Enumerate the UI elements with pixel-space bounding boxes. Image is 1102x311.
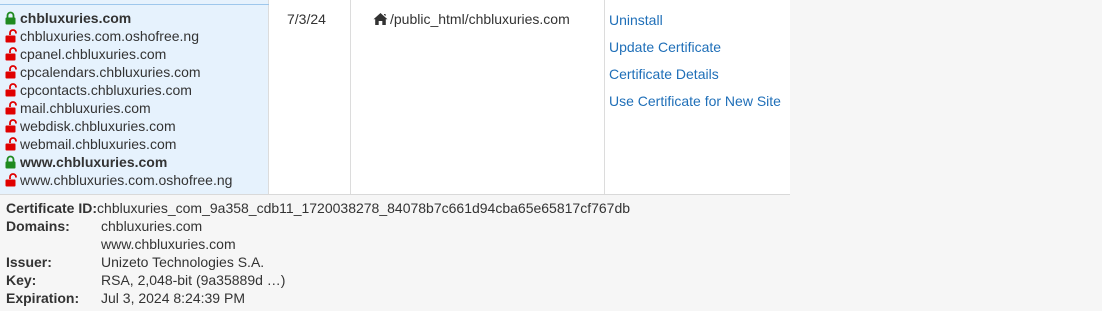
domain-item: cpcontacts.chbluxuries.com (4, 81, 232, 99)
expiration-label: Expiration: (6, 290, 80, 306)
domain-item: webdisk.chbluxuries.com (4, 117, 232, 135)
issuer-value: Unizeto Technologies S.A. (101, 254, 265, 270)
expiration-row: Expiration: Jul 3, 2024 8:24:39 PM (6, 289, 630, 307)
domains-value-1: chbluxuries.com (101, 218, 203, 234)
lock-open-icon (4, 137, 17, 151)
certificate-details-link[interactable]: Certificate Details (609, 65, 781, 92)
lock-closed-icon (4, 155, 17, 169)
domain-item: www.chbluxuries.com (4, 153, 232, 171)
domain-name: www.chbluxuries.com.oshofree.ng (20, 172, 233, 188)
domains-value-2: www.chbluxuries.com (101, 236, 236, 252)
expiration-value: Jul 3, 2024 8:24:39 PM (101, 290, 245, 306)
lock-open-icon (4, 47, 17, 61)
issuer-row: Issuer: Unizeto Technologies S.A. (6, 253, 630, 271)
document-root-path: /public_html/chbluxuries.com (390, 11, 570, 27)
domain-name: chbluxuries.com.oshofree.ng (20, 28, 199, 44)
domain-name: webdisk.chbluxuries.com (20, 118, 176, 134)
certificate-details: Certificate ID: chbluxuries_com_9a358_cd… (6, 199, 630, 307)
certificates-table: chbluxuries.com chbluxuries.com.oshofree.… (0, 0, 790, 195)
domain-list: chbluxuries.com chbluxuries.com.oshofree.… (4, 9, 232, 189)
key-row: Key: RSA, 2,048-bit (9a35889d …) (6, 271, 630, 289)
lock-open-icon (4, 83, 17, 97)
domain-item: mail.chbluxuries.com (4, 99, 232, 117)
actions-cell: Uninstall Update Certificate Certificate D… (605, 0, 790, 194)
uninstall-link[interactable]: Uninstall (609, 11, 781, 38)
domain-name: www.chbluxuries.com (20, 154, 168, 170)
lock-open-icon (4, 29, 17, 43)
key-value: RSA, 2,048-bit (9a35889d …) (101, 272, 286, 288)
home-icon (373, 12, 388, 26)
domains-row-2: www.chbluxuries.com (6, 235, 630, 253)
cell-top-border (0, 0, 269, 5)
domain-name: webmail.chbluxuries.com (20, 136, 177, 152)
installed-date: 7/3/24 (287, 11, 326, 27)
path-cell: /public_html/chbluxuries.com (351, 0, 605, 194)
lock-open-icon (4, 119, 17, 133)
domain-item: webmail.chbluxuries.com (4, 135, 232, 153)
domain-item: cpanel.chbluxuries.com (4, 45, 232, 63)
update-certificate-link[interactable]: Update Certificate (609, 38, 781, 65)
row-divider (0, 194, 790, 195)
domain-item: chbluxuries.com (4, 9, 232, 27)
domains-cell: chbluxuries.com chbluxuries.com.oshofree.… (0, 0, 269, 194)
domain-name: mail.chbluxuries.com (20, 100, 151, 116)
lock-closed-icon (4, 11, 17, 25)
key-label: Key: (6, 272, 37, 288)
domain-name: cpcontacts.chbluxuries.com (20, 82, 192, 98)
date-cell: 7/3/24 (269, 0, 351, 194)
domain-name: chbluxuries.com (20, 10, 132, 26)
domain-item: chbluxuries.com.oshofree.ng (4, 27, 232, 45)
domain-item: cpcalendars.chbluxuries.com (4, 63, 232, 81)
domain-name: cpcalendars.chbluxuries.com (20, 64, 201, 80)
lock-open-icon (4, 173, 17, 187)
issuer-label: Issuer: (6, 254, 52, 270)
lock-open-icon (4, 65, 17, 79)
cert-id-value: chbluxuries_com_9a358_cdb11_1720038278_8… (97, 200, 631, 216)
lock-open-icon (4, 101, 17, 115)
action-links: Uninstall Update Certificate Certificate D… (609, 11, 781, 119)
use-certificate-new-site-link[interactable]: Use Certificate for New Site (609, 92, 781, 119)
cert-id-label: Certificate ID: (6, 200, 98, 216)
domains-label: Domains: (6, 218, 70, 234)
document-root: /public_html/chbluxuries.com (373, 10, 570, 28)
cert-id-row: Certificate ID: chbluxuries_com_9a358_cd… (6, 199, 630, 217)
domain-name: cpanel.chbluxuries.com (20, 46, 167, 62)
domain-item: www.chbluxuries.com.oshofree.ng (4, 171, 232, 189)
domains-row: Domains: chbluxuries.com (6, 217, 630, 235)
